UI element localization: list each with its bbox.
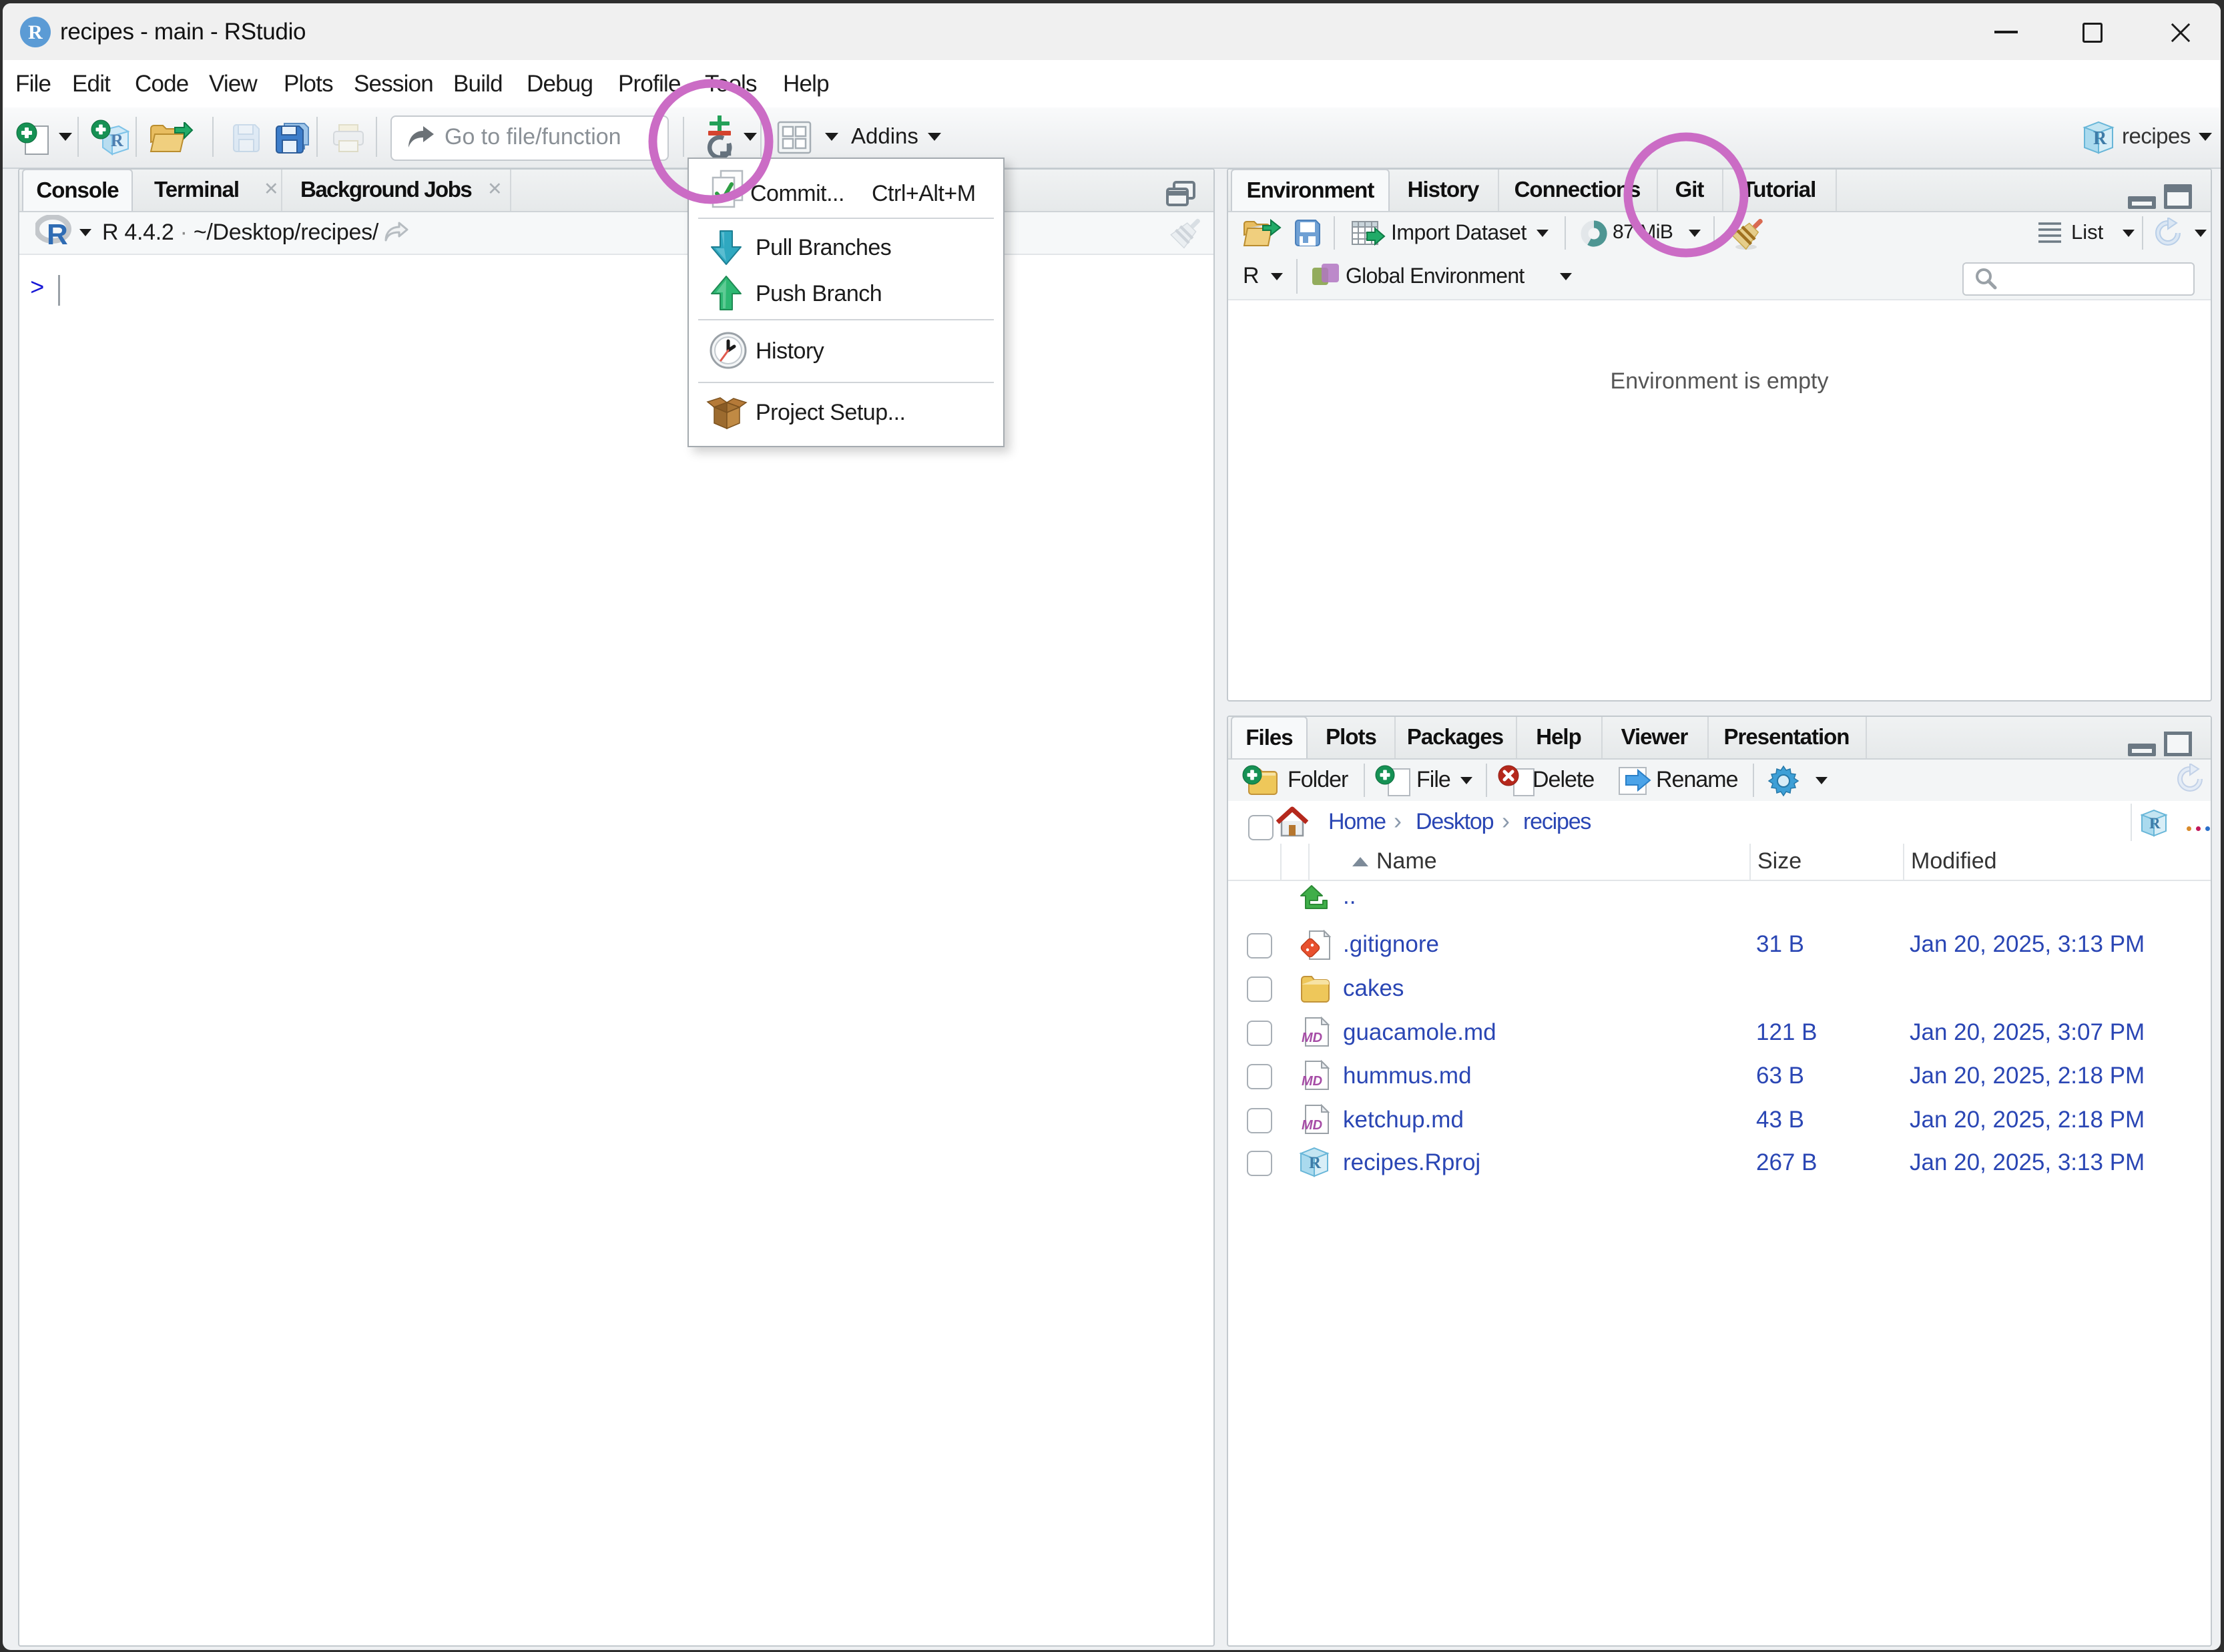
svg-text:MD: MD (1302, 1031, 1322, 1045)
svg-text:R: R (2149, 815, 2161, 832)
svg-text:R: R (28, 21, 43, 43)
svg-text:R: R (47, 218, 68, 248)
svg-text:R: R (111, 131, 123, 150)
svg-text:R: R (1309, 1154, 1322, 1172)
svg-text:MD: MD (1302, 1074, 1322, 1089)
svg-text:R: R (2093, 128, 2107, 149)
svg-text:MD: MD (1302, 1118, 1322, 1133)
